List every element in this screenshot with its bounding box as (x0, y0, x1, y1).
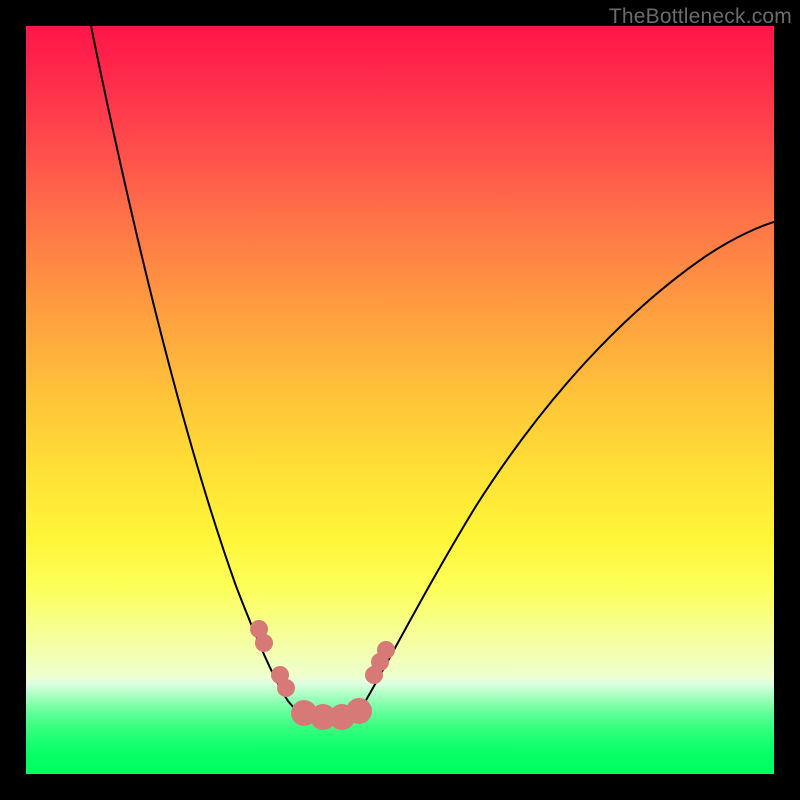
marker-dot (255, 634, 273, 652)
chart-frame (26, 26, 774, 774)
curve-left (91, 26, 328, 717)
curve-right-path (356, 222, 774, 717)
chart-svg (26, 26, 774, 774)
curve-left-path (91, 26, 328, 717)
marker-dot (377, 641, 395, 659)
bottom-marker-cluster (291, 698, 372, 730)
watermark-text: TheBottleneck.com (609, 5, 792, 29)
marker-dot (277, 679, 295, 697)
curve-right (356, 222, 774, 717)
left-marker-cluster (250, 620, 295, 697)
marker-lobe (346, 698, 372, 724)
right-marker-cluster (365, 641, 395, 684)
